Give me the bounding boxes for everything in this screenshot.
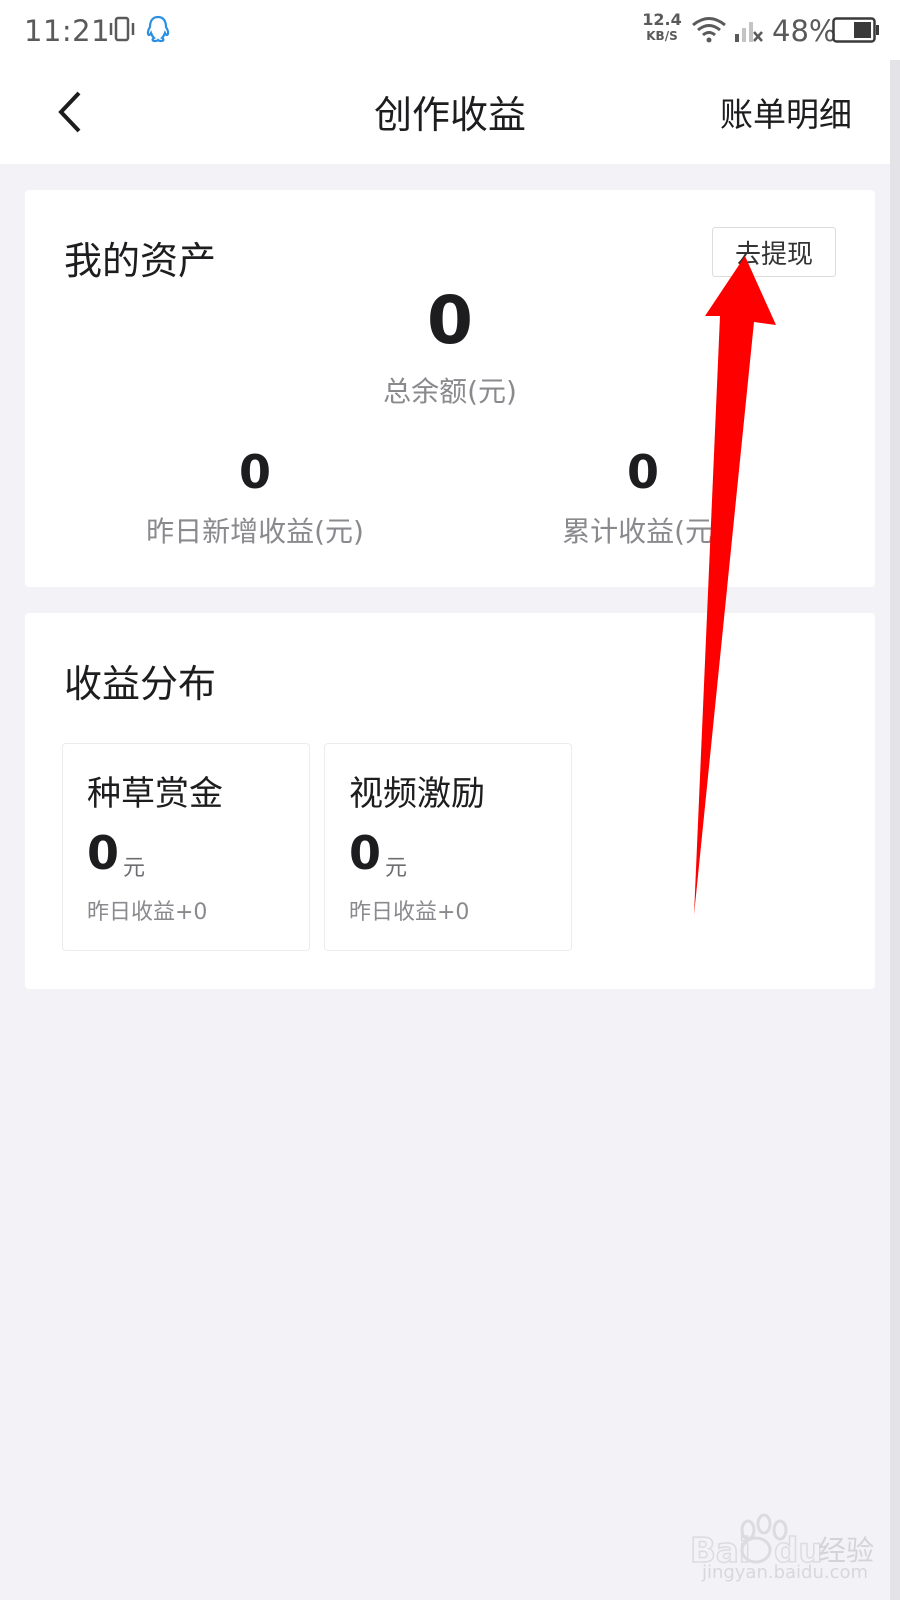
battery-percent: 48% (772, 14, 837, 48)
cumulative-income-label: 累计收益(元) (562, 515, 724, 548)
total-balance-value: 0 (427, 282, 473, 359)
yesterday-income-value: 0 (238, 445, 271, 499)
network-speed-value: 12.4 (642, 10, 682, 29)
income-distribution-title: 收益分布 (64, 662, 217, 706)
cumulative-income-stat: 0 累计收益(元) (493, 442, 793, 550)
wifi-icon (692, 17, 726, 43)
withdraw-button[interactable]: 去提现 (712, 227, 836, 277)
income-tile-name: 视频激励 (349, 774, 485, 814)
signal-icon (735, 22, 763, 42)
network-speed-unit: KB/S (646, 29, 678, 43)
network-speed: 12.4 KB/S (640, 12, 684, 44)
total-balance-label: 总余额(元) (383, 375, 517, 408)
income-distribution-card: 收益分布 种草赏金 0 元 昨日收益+0 视频激励 0 元 昨日收益+0 (25, 613, 875, 989)
income-tile-yesterday: 昨日收益+0 (349, 900, 470, 925)
income-tile-name: 种草赏金 (87, 774, 223, 814)
income-tile-amount: 0 (87, 826, 120, 880)
income-tile-unit: 元 (385, 856, 408, 881)
income-tile-video-incentive[interactable]: 视频激励 0 元 昨日收益+0 (324, 743, 572, 951)
assets-title: 我的资产 (64, 239, 217, 283)
vibrate-icon (109, 16, 135, 42)
assets-card: 我的资产 去提现 0 总余额(元) 0 昨日新增收益(元) 0 累计收益(元) (25, 190, 875, 587)
scrollbar[interactable] (890, 60, 900, 1600)
battery-icon (832, 17, 879, 43)
app-header: 创作收益 账单明细 (0, 60, 900, 164)
qq-icon (146, 15, 170, 43)
yesterday-income-label: 昨日新增收益(元) (146, 515, 364, 548)
income-tile-grass-reward[interactable]: 种草赏金 0 元 昨日收益+0 (62, 743, 310, 951)
status-bar: 11:21 12.4 KB/S 48% (0, 0, 900, 60)
status-time: 11:21 (24, 14, 111, 48)
yesterday-income-stat: 0 昨日新增收益(元) (105, 442, 405, 550)
income-tile-unit: 元 (123, 856, 146, 881)
income-tile-yesterday: 昨日收益+0 (87, 900, 208, 925)
income-tile-amount: 0 (349, 826, 382, 880)
bill-details-link[interactable]: 账单明细 (720, 88, 852, 136)
watermark-url: jingyan.baidu.com (701, 1562, 869, 1583)
cumulative-income-value: 0 (626, 445, 659, 499)
